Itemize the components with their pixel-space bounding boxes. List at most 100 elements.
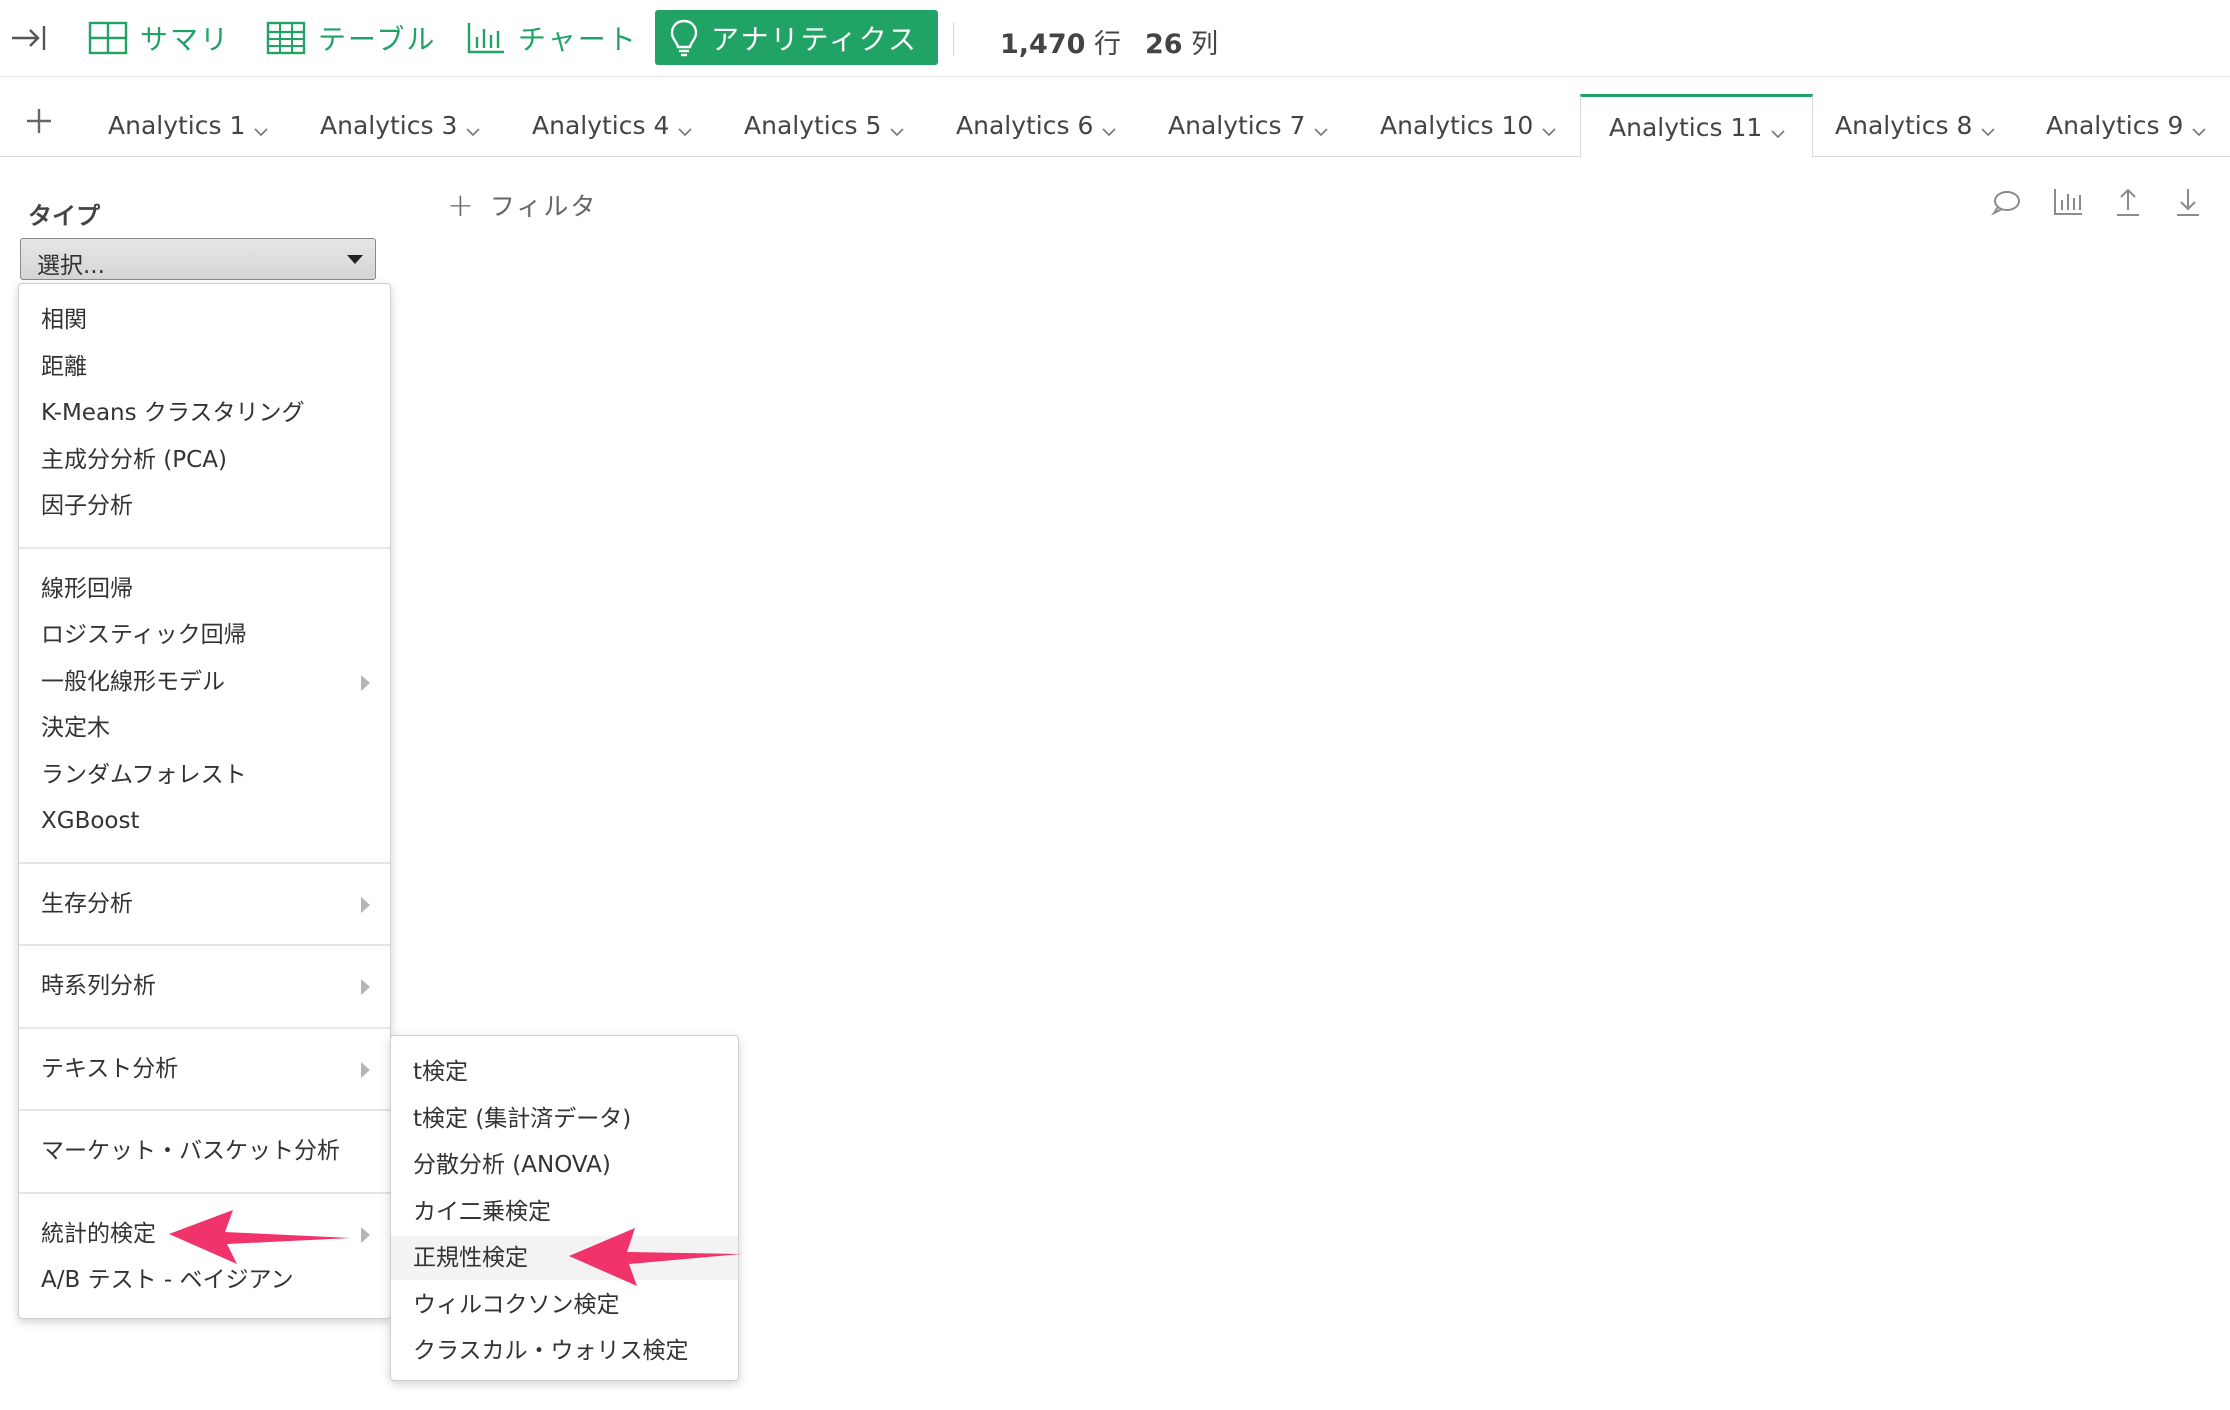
type-menu-item[interactable]: ランダムフォレスト — [19, 753, 390, 797]
type-menu-item[interactable]: 決定木 — [19, 706, 390, 750]
table-view-label: テーブル — [318, 22, 437, 56]
stat-test-menu-item[interactable]: 分散分析 (ANOVA) — [391, 1143, 738, 1187]
type-menu-item[interactable]: 生存分析 — [19, 882, 390, 926]
table-icon — [266, 21, 306, 54]
add-tab-icon[interactable] — [24, 106, 54, 136]
row-count-value: 1,470 — [1000, 29, 1086, 60]
tab-label: Analytics 8 — [1835, 110, 1973, 140]
menu-separator — [19, 1026, 390, 1029]
chevron-down-icon[interactable] — [465, 117, 481, 137]
menu-separator — [19, 546, 390, 549]
column-count: 26 列 — [1145, 22, 1218, 61]
stat-test-menu-item[interactable]: t検定 — [391, 1050, 738, 1094]
type-menu-item[interactable]: 因子分析 — [19, 484, 390, 528]
type-menu-item[interactable]: マーケット・バスケット分析 — [19, 1129, 390, 1173]
stat-test-menu-item-label: カイ二乗検定 — [413, 1198, 551, 1225]
annotation-arrow-left — [169, 1210, 351, 1264]
type-menu-item[interactable]: 距離 — [19, 345, 390, 389]
tab-label: Analytics 10 — [1380, 110, 1534, 140]
tab-label: Analytics 9 — [2046, 110, 2184, 140]
tab-analytics-1[interactable]: Analytics 1 — [108, 94, 269, 156]
stat-test-menu-item-label: 正規性検定 — [413, 1245, 528, 1271]
menu-separator — [19, 1109, 390, 1111]
type-menu-item-label: 統計的検定 — [41, 1220, 156, 1247]
toolbar-divider — [953, 22, 954, 56]
analytics-view-label: アナリティクス — [711, 22, 918, 56]
chevron-down-icon[interactable] — [2191, 117, 2207, 137]
chevron-down-icon[interactable] — [1980, 117, 1996, 137]
stat-test-menu-item-label: クラスカル・ウォリス検定 — [413, 1338, 689, 1364]
tab-analytics-4[interactable]: Analytics 4 — [532, 94, 693, 156]
submenu-arrow-icon — [361, 896, 370, 913]
chevron-down-icon[interactable] — [1101, 117, 1117, 137]
type-menu-item-label: 相関 — [41, 307, 87, 333]
type-menu-item[interactable]: XGBoost — [19, 799, 390, 843]
upload-icon[interactable] — [2112, 186, 2144, 218]
column-count-unit: 列 — [1191, 29, 1219, 60]
tab-analytics-5[interactable]: Analytics 5 — [744, 94, 905, 156]
add-filter-button[interactable]: + フィルタ — [447, 186, 597, 224]
bar-chart-icon[interactable] — [2052, 186, 2084, 218]
type-dropdown-menu: 相関距離 K-Means クラスタリング主成分分析 (PCA) 因子分析線形回帰ロジ… — [18, 283, 391, 1319]
type-menu-item[interactable]: K-Means クラスタリング — [19, 391, 390, 435]
comment-icon[interactable] — [1990, 186, 2022, 218]
stat-test-menu-item-label: 分散分析 (ANOVA) — [413, 1152, 611, 1178]
type-menu-item-label: 線形回帰 — [41, 575, 133, 602]
stat-test-menu-item[interactable]: クラスカル・ウォリス検定 — [391, 1329, 738, 1373]
tab-label: Analytics 5 — [744, 110, 882, 140]
filter-label: フィルタ — [489, 192, 598, 221]
type-menu-item-label: 決定木 — [41, 715, 110, 741]
tab-label: Analytics 4 — [532, 110, 670, 140]
stat-test-menu-item[interactable]: t検定 (集計済データ) — [391, 1097, 738, 1141]
chevron-down-icon[interactable] — [1770, 119, 1786, 139]
chevron-down-icon[interactable] — [1541, 117, 1557, 137]
statistical-test-submenu: t検定 t検定 (集計済データ) 分散分析 (ANOVA) カイ二乗検定 正規性検定 ウィ… — [390, 1035, 739, 1381]
type-menu-item[interactable]: 相関 — [19, 298, 390, 342]
collapse-panel-icon[interactable] — [8, 18, 48, 58]
type-menu-item-label: 生存分析 — [41, 890, 133, 917]
tab-analytics-6[interactable]: Analytics 6 — [956, 94, 1117, 156]
type-select[interactable]: 選択... — [20, 238, 376, 280]
download-icon[interactable] — [2172, 186, 2204, 218]
stat-test-menu-item-label: t検定 (集計済データ) — [413, 1105, 632, 1132]
tab-analytics-3[interactable]: Analytics 3 — [320, 94, 481, 156]
caret-down-icon — [347, 255, 363, 264]
tab-analytics-9[interactable]: Analytics 9 — [2046, 94, 2207, 156]
summary-grid-icon — [88, 21, 128, 54]
chart-view-button[interactable]: チャート — [466, 10, 638, 65]
type-menu-item[interactable]: 時系列分析 — [19, 964, 390, 1008]
submenu-arrow-icon — [361, 979, 370, 995]
type-menu-item[interactable]: 一般化線形モデル — [19, 660, 390, 704]
row-count-unit: 行 — [1094, 29, 1121, 60]
type-menu-item[interactable]: 主成分分析 (PCA) — [19, 438, 390, 482]
type-menu-item-label: ランダムフォレスト — [41, 761, 247, 788]
tab-analytics-8[interactable]: Analytics 8 — [1835, 94, 1996, 156]
tab-label: Analytics 6 — [956, 110, 1094, 140]
submenu-arrow-icon — [361, 1061, 370, 1078]
tab-label: Analytics 11 — [1609, 112, 1763, 142]
chevron-down-icon[interactable] — [253, 117, 269, 137]
tab-analytics-7[interactable]: Analytics 7 — [1168, 94, 1329, 156]
type-menu-item[interactable]: ロジスティック回帰 — [19, 613, 390, 657]
table-view-button[interactable]: テーブル — [266, 10, 436, 65]
type-menu-item-label: XGBoost — [41, 808, 140, 834]
type-menu-item-label: ロジスティック回帰 — [41, 622, 247, 648]
type-menu-item-label: マーケット・バスケット分析 — [41, 1138, 340, 1164]
chevron-down-icon[interactable] — [677, 117, 693, 137]
type-menu-item-label: K-Means クラスタリング — [41, 400, 305, 426]
analytics-view-button[interactable]: アナリティクス — [655, 10, 938, 65]
type-menu-item-label: 因子分析 — [41, 493, 133, 519]
type-menu-item[interactable]: テキスト分析 — [19, 1047, 390, 1091]
type-menu-item-label: A/B テスト - ベイジアン — [41, 1267, 294, 1293]
lightbulb-icon — [670, 19, 698, 56]
type-menu-item-label: 距離 — [41, 353, 87, 380]
chevron-down-icon[interactable] — [889, 117, 905, 137]
chart-view-label: チャート — [518, 22, 638, 56]
tab-analytics-11[interactable]: Analytics 11 — [1580, 94, 1814, 158]
type-menu-item-label: 一般化線形モデル — [41, 668, 225, 695]
chart-icon — [467, 22, 504, 53]
type-menu-item[interactable]: 線形回帰 — [19, 567, 390, 611]
summary-view-button[interactable]: サマリ — [88, 10, 230, 65]
chevron-down-icon[interactable] — [1313, 117, 1329, 137]
tab-analytics-10[interactable]: Analytics 10 — [1380, 94, 1557, 156]
